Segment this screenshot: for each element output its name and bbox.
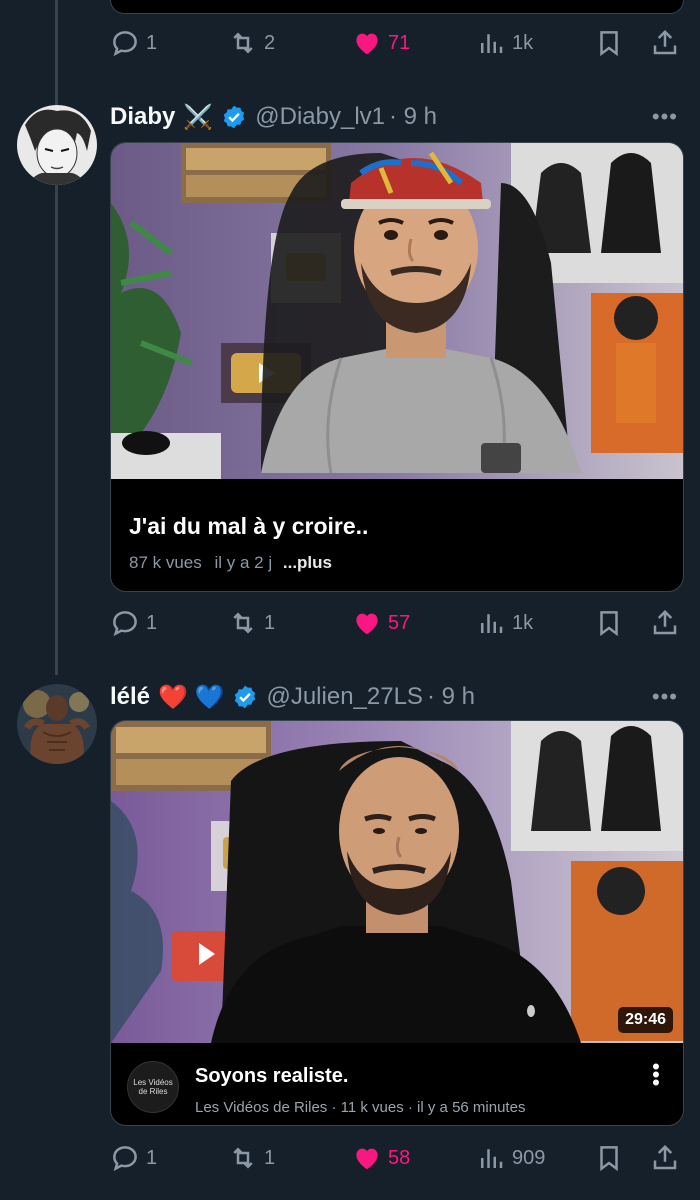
youtube-link-card[interactable]: J'ai du mal à y croire.. 87 k vues il y …	[110, 142, 684, 592]
youtube-video-card[interactable]: 29:46 Les Vidéos de Riles Soyons realist…	[110, 720, 684, 1126]
share-icon	[653, 1144, 677, 1170]
verified-badge-icon	[224, 105, 245, 129]
retweet-icon	[233, 1147, 253, 1169]
like-button[interactable]: 57	[352, 608, 410, 638]
views-button[interactable]: 1k	[476, 608, 533, 638]
bookmark-icon	[600, 611, 618, 637]
handle[interactable]: @Diaby_lv1	[255, 103, 385, 131]
reply-count: 1	[146, 1146, 158, 1169]
upload-age: il y a 2 j	[214, 553, 273, 572]
thumbnail-image	[111, 143, 683, 479]
share-button[interactable]	[650, 28, 680, 58]
bookmark-button[interactable]	[594, 1143, 624, 1173]
avatar-image	[17, 105, 97, 185]
previous-media-card[interactable]	[110, 0, 684, 14]
bookmark-icon	[600, 1146, 618, 1172]
thread-line	[55, 0, 58, 675]
reply-button[interactable]: 1	[110, 608, 157, 638]
video-meta: 87 k vues il y a 2 j ...plus	[129, 553, 332, 573]
video-title[interactable]: Soyons realiste.	[195, 1065, 348, 1088]
retweet-count: 1	[264, 1146, 276, 1169]
views-button[interactable]: 909	[476, 1143, 545, 1173]
retweet-count: 2	[264, 31, 276, 54]
views-icon	[481, 34, 503, 53]
video-meta: Les Vidéos de Riles · 11 k vues · il y a…	[195, 1099, 526, 1116]
name-emoji: ❤️ 💙	[158, 683, 225, 711]
bookmark-button[interactable]	[594, 608, 624, 638]
channel-avatar[interactable]: Les Vidéos de Riles	[127, 1061, 179, 1113]
heart-icon	[356, 1148, 378, 1170]
like-button[interactable]: 58	[352, 1143, 410, 1173]
reply-icon	[113, 1146, 137, 1172]
tweet2-actions: 1 1 58 909	[110, 1138, 684, 1178]
bookmark-icon	[600, 31, 618, 57]
verified-badge-icon	[235, 685, 256, 709]
retweet-icon	[233, 612, 253, 634]
video-thumbnail[interactable]	[111, 143, 683, 479]
thumbnail-image	[111, 721, 683, 1043]
like-count: 58	[388, 1146, 411, 1169]
share-icon	[653, 29, 677, 55]
show-more-link[interactable]: ...plus	[283, 553, 332, 572]
avatar-image	[17, 684, 97, 764]
view-count: 87 k vues	[129, 553, 202, 572]
reply-icon	[113, 31, 137, 57]
share-button[interactable]	[650, 1143, 680, 1173]
handle[interactable]: @Julien_27LS	[266, 683, 422, 711]
tweet1-actions: 1 1 57 1k	[110, 603, 684, 643]
retweet-button[interactable]: 1	[228, 1143, 275, 1173]
views-icon	[481, 614, 503, 633]
share-button[interactable]	[650, 608, 680, 638]
avatar[interactable]	[17, 684, 97, 764]
video-options-icon[interactable]: • • •	[651, 1056, 661, 1094]
video-title[interactable]: J'ai du mal à y croire..	[129, 513, 368, 540]
retweet-icon	[233, 32, 253, 54]
reply-button[interactable]: 1	[110, 28, 157, 58]
views-count: 1k	[512, 611, 534, 634]
retweet-button[interactable]: 2	[228, 28, 275, 58]
views-icon	[481, 1149, 503, 1168]
like-button[interactable]: 71	[352, 28, 410, 58]
timestamp[interactable]: · 9 h	[427, 683, 475, 711]
heart-icon	[356, 613, 378, 635]
video-duration: 29:46	[618, 1007, 673, 1033]
share-icon	[653, 609, 677, 635]
bookmark-button[interactable]	[594, 28, 624, 58]
timestamp[interactable]: · 9 h	[389, 103, 437, 131]
more-options-button[interactable]: •••	[652, 104, 678, 130]
name-emoji: ⚔️	[183, 103, 214, 131]
display-name[interactable]: Diaby	[110, 103, 175, 131]
reply-count: 1	[146, 611, 158, 634]
avatar[interactable]	[17, 105, 97, 185]
views-count: 1k	[512, 31, 534, 54]
video-thumbnail[interactable]: 29:46	[111, 721, 683, 1043]
reply-count: 1	[146, 31, 158, 54]
reply-icon	[113, 611, 137, 637]
more-options-button[interactable]: •••	[652, 684, 678, 710]
prev-tweet-actions: 1 2 71 1k	[110, 23, 684, 63]
heart-icon	[356, 33, 378, 55]
retweet-count: 1	[264, 611, 276, 634]
views-count: 909	[512, 1146, 546, 1169]
like-count: 71	[388, 31, 411, 54]
tweet-header: Diaby ⚔️ @Diaby_lv1 · 9 h •••	[110, 99, 684, 135]
retweet-button[interactable]: 1	[228, 608, 275, 638]
like-count: 57	[388, 611, 411, 634]
display-name[interactable]: lélé	[110, 683, 150, 711]
reply-button[interactable]: 1	[110, 1143, 157, 1173]
views-button[interactable]: 1k	[476, 28, 533, 58]
tweet-header: lélé ❤️ 💙 @Julien_27LS · 9 h •••	[110, 679, 684, 715]
